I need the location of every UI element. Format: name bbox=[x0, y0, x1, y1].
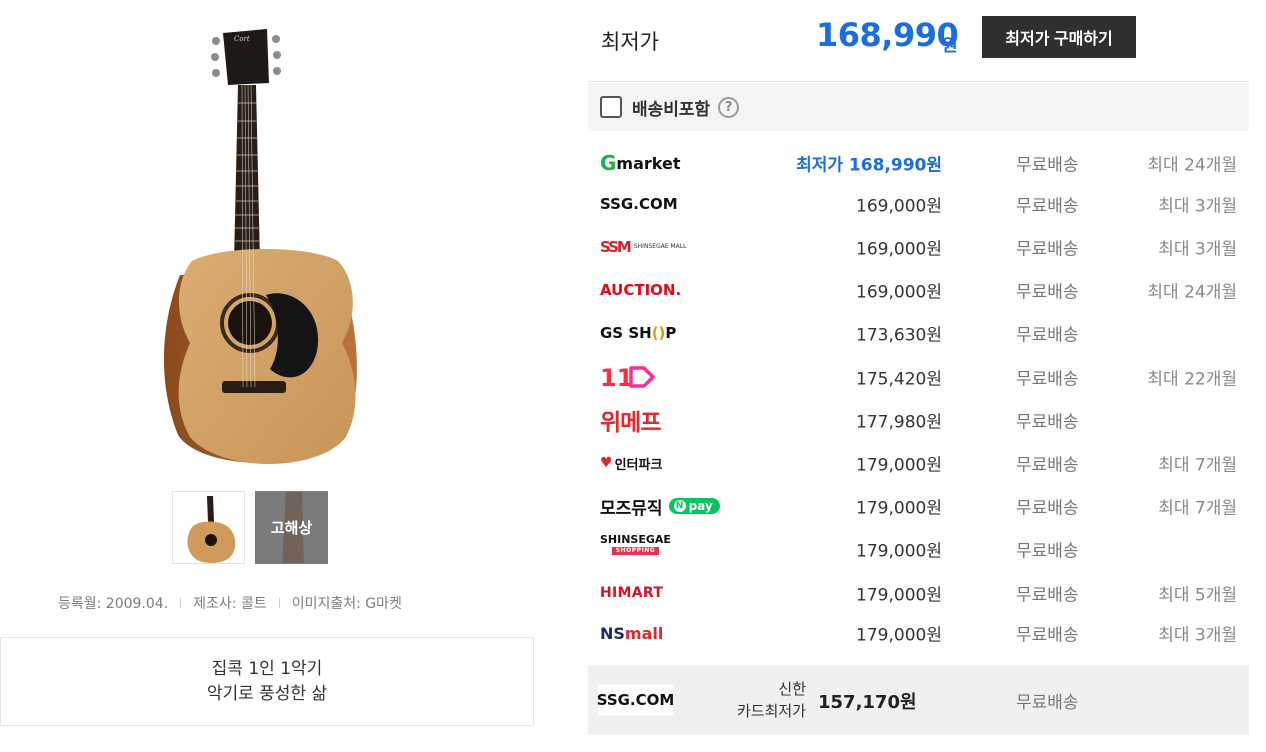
offer-installment: 최대 24개월 bbox=[1147, 282, 1237, 303]
product-meta: 등록월: 2009.04. 제조사: 콜트 이미지출처: G마켓 bbox=[58, 593, 402, 613]
offer-shipping: 무료배송 bbox=[1016, 369, 1079, 390]
offer-shipping: 무료배송 bbox=[1016, 325, 1079, 346]
promo-tag-box[interactable]: 집콕 1인 1악기 악기로 풍성한 삶 bbox=[0, 637, 534, 726]
offer-price: 최저가 168,990원 bbox=[796, 155, 942, 176]
offer-row-gsshop[interactable]: GS SH() P 173,630원 무료배송 bbox=[588, 313, 1249, 353]
offer-row-auction[interactable]: AUCTION. 169,000원 무료배송 최대 24개월 bbox=[588, 270, 1249, 310]
offer-price: 179,000원 bbox=[856, 585, 942, 606]
image-source: 이미지출처: G마켓 bbox=[291, 596, 402, 612]
offer-row-11st[interactable]: 11 175,420원 무료배송 최대 22개월 bbox=[588, 357, 1249, 397]
offer-row-himart[interactable]: HIMART 179,000원 무료배송 최대 5개월 bbox=[588, 573, 1249, 613]
card-offer-label-line: 신한 bbox=[778, 680, 806, 698]
ssg-logo-box: SSG.COM bbox=[596, 685, 675, 715]
offer-price: 169,000원 bbox=[856, 196, 942, 217]
include-shipping-label[interactable]: 배송비포함 bbox=[632, 95, 710, 120]
offer-shipping: 무료배송 bbox=[1016, 239, 1079, 260]
offer-installment: 최대 7개월 bbox=[1158, 498, 1237, 519]
himart-logo: HIMART bbox=[600, 585, 664, 601]
offer-installment: 최대 3개월 bbox=[1158, 625, 1237, 646]
svg-text:Cort: Cort bbox=[234, 35, 250, 43]
offer-price: 175,420원 bbox=[856, 369, 942, 390]
offer-price: 173,630원 bbox=[856, 325, 942, 346]
card-offer-label-line: 카드최저가 bbox=[736, 702, 806, 720]
promo-tag-line: 집콕 1인 1악기 bbox=[211, 658, 323, 679]
shipping-filter-bar: 배송비포함 ? bbox=[588, 83, 1249, 131]
card-offer-shipping: 무료배송 bbox=[1016, 693, 1079, 713]
offer-row-shinsegae[interactable]: SHINSEGAE SHOPPING 179,000원 무료배송 bbox=[588, 529, 1249, 569]
lowest-price-amount: 168,990 bbox=[816, 16, 959, 54]
lowest-price-header: 최저가 168,990 원 최저가 구매하기 bbox=[588, 0, 1249, 82]
lowest-price-label: 최저가 bbox=[601, 30, 659, 54]
offer-row-nsmall[interactable]: NS mall 179,000원 무료배송 최대 3개월 bbox=[588, 613, 1249, 653]
offer-shipping: 무료배송 bbox=[1016, 412, 1079, 433]
shinsegae-mall-logo: SSM SHINSEGAE MALL bbox=[600, 238, 687, 256]
offer-shipping: 무료배송 bbox=[1016, 541, 1079, 562]
offer-installment: 최대 24개월 bbox=[1147, 155, 1237, 176]
offer-installment: 최대 3개월 bbox=[1158, 239, 1237, 260]
offer-price: 179,000원 bbox=[856, 541, 942, 562]
help-icon[interactable]: ? bbox=[718, 96, 740, 118]
gmarket-logo: Gmarket bbox=[600, 151, 681, 175]
shinsegae-logo: SHINSEGAE SHOPPING bbox=[600, 533, 671, 555]
meta-divider bbox=[180, 598, 182, 608]
11st-logo-mark: 11 bbox=[600, 364, 655, 390]
offer-price: 179,000원 bbox=[856, 455, 942, 476]
offer-row-wemakeprice[interactable]: 위메프 177,980원 무료배송 bbox=[588, 400, 1249, 440]
lowest-price-currency: 원 bbox=[942, 36, 958, 56]
card-lowest-price-row[interactable]: SSG.COM 신한 카드최저가 157,170원 무료배송 bbox=[588, 665, 1249, 735]
interpark-logo: ♥ 인터파크 bbox=[600, 455, 663, 473]
offer-row-interpark[interactable]: ♥ 인터파크 179,000원 무료배송 최대 7개월 bbox=[588, 443, 1249, 483]
offer-row-ssg[interactable]: SSG.COM 169,000원 무료배송 최대 3개월 bbox=[588, 184, 1249, 224]
offer-price: 177,980원 bbox=[856, 412, 942, 433]
buy-lowest-price-button[interactable]: 최저가 구매하기 bbox=[982, 16, 1136, 58]
meta-divider bbox=[278, 598, 280, 608]
offer-price: 179,000원 bbox=[856, 498, 942, 519]
offer-row-gmarket[interactable]: Gmarket 최저가 168,990원 무료배송 최대 24개월 bbox=[588, 143, 1249, 183]
ssg-logo: SSG.COM bbox=[596, 691, 675, 709]
gsshop-logo: GS SH() P bbox=[600, 324, 677, 342]
offer-row-shinsegae-mall[interactable]: SSM SHINSEGAE MALL 169,000원 무료배송 최대 3개월 bbox=[588, 227, 1249, 267]
offer-shipping: 무료배송 bbox=[1016, 282, 1079, 303]
svg-text:11: 11 bbox=[600, 364, 633, 390]
mozeu-music-logo: 모즈뮤직 Npay bbox=[600, 491, 720, 521]
wemakeprice-logo: 위메프 bbox=[600, 410, 661, 436]
thumbnail-list: 고해상 bbox=[172, 491, 328, 564]
offer-shipping: 무료배송 bbox=[1016, 625, 1079, 646]
npay-badge-icon: Npay bbox=[668, 498, 720, 514]
offer-installment: 최대 3개월 bbox=[1158, 196, 1237, 217]
offer-shipping: 무료배송 bbox=[1016, 585, 1079, 606]
hires-label: 고해상 bbox=[270, 519, 313, 537]
offer-price: 179,000원 bbox=[856, 625, 942, 646]
thumbnail-hires[interactable]: 고해상 bbox=[255, 491, 328, 564]
11st-logo: 11 bbox=[600, 362, 656, 392]
ssg-logo: SSG.COM bbox=[600, 195, 678, 213]
product-main-image[interactable]: Cort bbox=[150, 25, 375, 480]
offer-installment: 최대 22개월 bbox=[1147, 369, 1237, 390]
thumbnail-guitar[interactable] bbox=[172, 491, 245, 564]
offer-price: 169,000원 bbox=[856, 282, 942, 303]
offer-price: 169,000원 bbox=[856, 239, 942, 260]
registered-date: 등록월: 2009.04. bbox=[58, 596, 169, 612]
offer-installment: 최대 7개월 bbox=[1158, 455, 1237, 476]
card-offer-label: 신한 카드최저가 bbox=[718, 678, 806, 722]
include-shipping-checkbox[interactable] bbox=[600, 96, 622, 118]
offer-shipping: 무료배송 bbox=[1016, 498, 1079, 519]
card-offer-price: 157,170원 bbox=[818, 692, 917, 713]
heart-icon: ♥ bbox=[600, 455, 613, 471]
offer-shipping: 무료배송 bbox=[1016, 155, 1079, 176]
manufacturer: 제조사: 콜트 bbox=[193, 596, 267, 612]
offer-shipping: 무료배송 bbox=[1016, 455, 1079, 476]
thumbnail-guitar-image bbox=[173, 492, 244, 563]
offer-installment: 최대 5개월 bbox=[1158, 585, 1237, 606]
nsmall-logo: NS mall bbox=[600, 623, 664, 643]
promo-tag-line: 악기로 풍성한 삶 bbox=[206, 683, 328, 704]
offer-shipping: 무료배송 bbox=[1016, 196, 1079, 217]
auction-logo: AUCTION. bbox=[600, 281, 682, 299]
offer-row-mozeu-music[interactable]: 모즈뮤직 Npay 179,000원 무료배송 최대 7개월 bbox=[588, 486, 1249, 526]
